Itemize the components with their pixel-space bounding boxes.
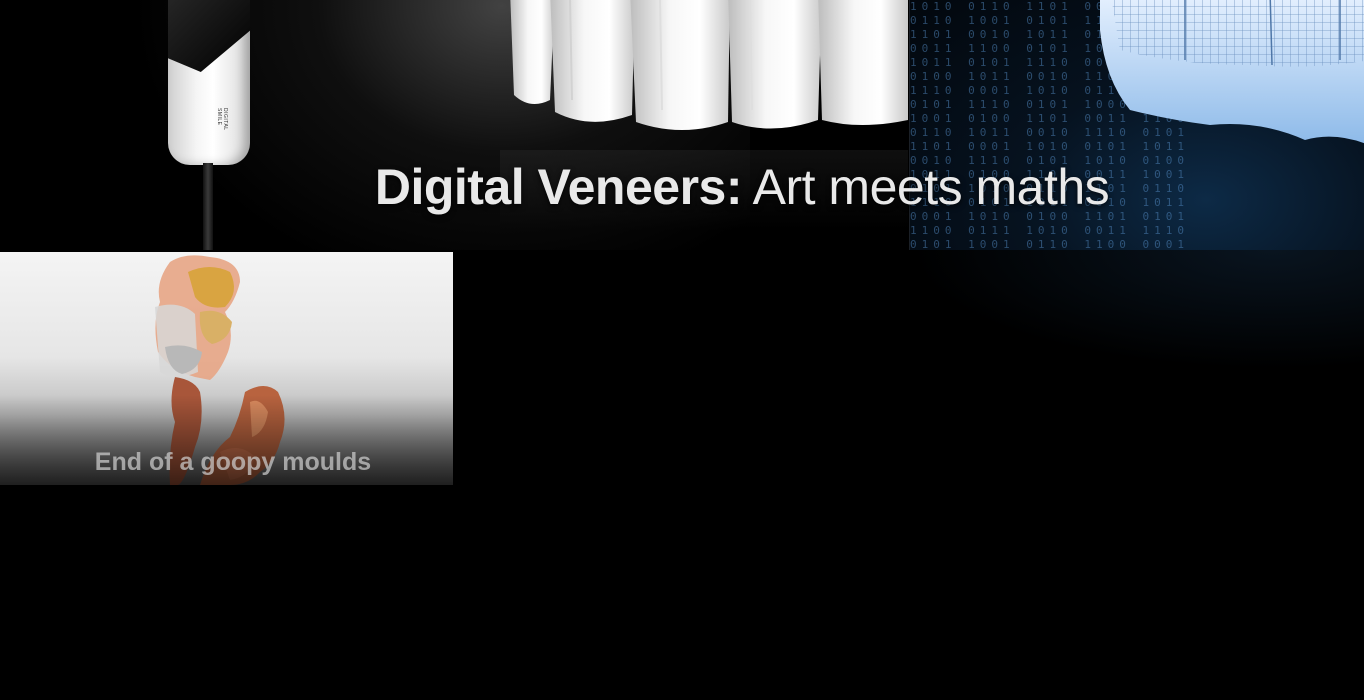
scanner-logo: DIGITAL SMILE — [216, 108, 228, 131]
teeth-image — [510, 0, 908, 130]
video-stage: DIGITAL SMILE 1010 0110 1101 0011 1 — [0, 0, 1364, 700]
background-glow — [909, 250, 1364, 370]
banner-title: Digital Veneers: Art meets maths — [0, 158, 1364, 216]
banner: DIGITAL SMILE 1010 0110 1101 0011 1 — [0, 0, 1364, 250]
mould-video-thumbnail[interactable]: End of a goopy moulds — [0, 252, 453, 485]
banner-title-regular: Art meets maths — [742, 159, 1110, 215]
banner-title-bold: Digital Veneers: — [374, 159, 743, 215]
thumbnail-caption: End of a goopy moulds — [94, 448, 372, 476]
wireframe-teeth-image — [1100, 0, 1364, 144]
